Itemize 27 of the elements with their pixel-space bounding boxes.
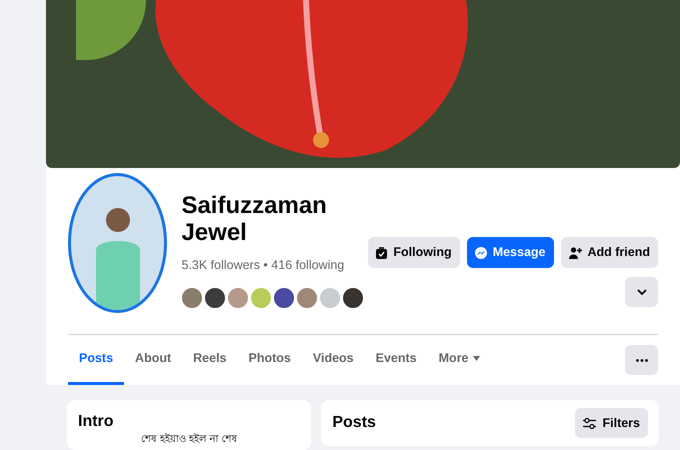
chevron-down-icon — [636, 289, 646, 295]
profile-tab[interactable]: Posts — [68, 335, 124, 385]
posts-title: Posts — [332, 413, 376, 433]
profile-tab[interactable]: About — [124, 335, 182, 385]
sliders-icon — [583, 418, 596, 428]
ellipsis-icon — [636, 358, 648, 362]
profile-tab[interactable]: More — [428, 335, 491, 385]
profile-tab[interactable]: Reels — [182, 335, 238, 385]
profile-name: Saifuzzaman Jewel — [181, 192, 328, 246]
profile-tab[interactable]: Photos — [238, 335, 302, 385]
messenger-icon — [474, 246, 487, 258]
bio-text: শেষ হইয়াও হইল না শেষ — [140, 434, 239, 446]
friend-avatar[interactable] — [273, 286, 296, 309]
profile-tab[interactable]: Videos — [302, 335, 365, 385]
intro-title: Intro — [78, 412, 115, 432]
add-friend-button[interactable]: Add friend — [560, 237, 658, 268]
friend-avatar[interactable] — [342, 286, 364, 309]
filters-button[interactable]: Filters — [575, 408, 648, 438]
more-options-button[interactable] — [625, 345, 658, 375]
follower-count: 5.3K followers • 416 following — [181, 257, 346, 274]
following-icon — [376, 246, 388, 258]
following-button[interactable]: Following — [368, 237, 460, 268]
dropdown-button[interactable] — [625, 277, 658, 307]
add-person-icon — [568, 246, 582, 258]
message-button[interactable]: Message — [466, 237, 554, 268]
friend-avatar[interactable] — [204, 286, 226, 309]
profile-tab[interactable]: Events — [364, 335, 428, 385]
